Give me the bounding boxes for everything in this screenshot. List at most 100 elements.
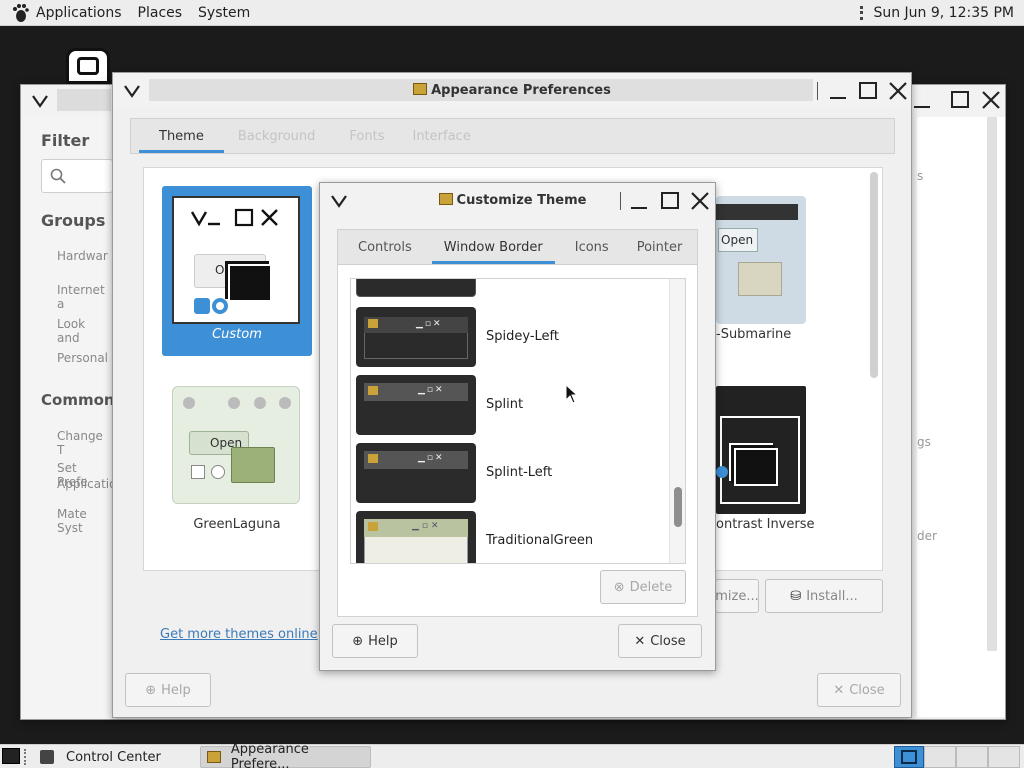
preview-window-buttons-icon bbox=[183, 397, 291, 409]
list-item-splint[interactable]: ▁▫✕ Splint bbox=[356, 375, 676, 437]
help-label: Help bbox=[161, 682, 191, 698]
close-icon[interactable] bbox=[687, 189, 713, 213]
group-item-look-and-feel[interactable]: Look and bbox=[57, 317, 111, 345]
content-fragment-3: der bbox=[917, 529, 937, 543]
list-item-spidey-left[interactable]: ▁▫✕ Spidey-Left bbox=[356, 307, 676, 369]
close-icon[interactable] bbox=[978, 88, 1004, 112]
mouse-pointer-icon bbox=[565, 384, 579, 404]
theme-grid-scrollbar[interactable] bbox=[870, 172, 878, 378]
appearance-titlebar[interactable]: Appearance Preferences bbox=[113, 73, 911, 109]
list-item-traditionalgreen[interactable]: ▁▫✕ TraditionalGreen bbox=[356, 511, 676, 563]
tab-background[interactable]: Background bbox=[224, 119, 330, 153]
common-item-applications[interactable]: Applicatio bbox=[57, 477, 116, 491]
group-item-hardware[interactable]: Hardwar bbox=[57, 249, 108, 263]
menu-applications[interactable]: Applications bbox=[36, 5, 122, 21]
preview-checkbox-icon bbox=[191, 465, 205, 479]
help-icon: ⊕ bbox=[145, 682, 157, 698]
close-icon[interactable] bbox=[885, 79, 911, 103]
close-x-icon: ✕ bbox=[833, 682, 845, 698]
appearance-app-icon bbox=[413, 83, 428, 95]
theme-tile-submarine[interactable]: Open -Submarine bbox=[716, 186, 856, 356]
customize-help-button[interactable]: ⊕ Help bbox=[332, 624, 418, 658]
common-item-change[interactable]: Change T bbox=[57, 429, 111, 457]
clock[interactable]: Sun Jun 9, 12:35 PM bbox=[873, 5, 1014, 21]
menu-system[interactable]: System bbox=[198, 5, 250, 21]
minimize-icon[interactable] bbox=[825, 79, 851, 103]
preview-folder-icon bbox=[228, 264, 272, 302]
maximize-icon[interactable] bbox=[657, 189, 683, 213]
tab-fonts[interactable]: Fonts bbox=[329, 119, 404, 153]
close-label: Close bbox=[849, 682, 885, 698]
menu-places[interactable]: Places bbox=[138, 5, 183, 21]
list-item-splint-left[interactable]: ▁▫✕ Splint-Left bbox=[356, 443, 676, 505]
customize-help-label: Help bbox=[368, 633, 398, 649]
clock-area[interactable]: Sun Jun 9, 12:35 PM bbox=[860, 0, 1014, 26]
list-scrollbar-track[interactable] bbox=[669, 279, 685, 563]
theme-label-contrast-inverse: ontrast Inverse bbox=[716, 517, 815, 532]
help-button[interactable]: ⊕ Help bbox=[125, 673, 211, 707]
control-center-sidebar: Filter Groups Hardwar Internet a Look an… bbox=[21, 117, 130, 719]
tab-interface[interactable]: Interface bbox=[404, 119, 478, 153]
window-menu-icon[interactable] bbox=[27, 89, 53, 113]
border-thumbnail: ▁▫✕ bbox=[356, 307, 476, 367]
delete-label: Delete bbox=[629, 579, 673, 595]
filter-search-input[interactable] bbox=[41, 159, 113, 193]
get-more-themes-link[interactable]: Get more themes online bbox=[160, 627, 318, 642]
tab-controls[interactable]: Controls bbox=[338, 230, 432, 264]
theme-label-custom: Custom bbox=[212, 327, 262, 342]
customize-label: mize... bbox=[715, 588, 759, 604]
workspace-switcher[interactable] bbox=[894, 746, 1022, 768]
preview-radio-icon bbox=[716, 466, 728, 478]
window-border-list: ▁▫✕ Spidey-Left ▁▫✕ Splint ▁▫✕ Splint-Le… bbox=[350, 278, 686, 564]
theme-tile-custom[interactable]: Ope Custom bbox=[162, 186, 312, 356]
group-item-personal[interactable]: Personal bbox=[57, 351, 108, 365]
preview-open-label: Open bbox=[721, 233, 754, 247]
maximize-icon[interactable] bbox=[855, 79, 881, 103]
titlebar-separator bbox=[817, 82, 818, 100]
show-desktop-icon[interactable] bbox=[2, 748, 20, 764]
list-item-label: Splint bbox=[486, 397, 524, 412]
minimize-icon[interactable] bbox=[909, 88, 935, 112]
workspace-3[interactable] bbox=[956, 746, 988, 768]
theme-preview-contrast-inverse bbox=[716, 386, 806, 514]
list-item-partial[interactable] bbox=[356, 279, 676, 299]
tab-icons[interactable]: Icons bbox=[555, 230, 629, 264]
top-panel: Applications Places System Sun Jun 9, 12… bbox=[0, 0, 1024, 26]
control-center-search-area bbox=[57, 89, 111, 111]
minimize-icon[interactable] bbox=[626, 189, 652, 213]
filter-heading: Filter bbox=[41, 131, 90, 150]
list-item-label: Splint-Left bbox=[486, 465, 553, 480]
content-fragment-2: gs bbox=[917, 435, 931, 449]
list-item-label: Spidey-Left bbox=[486, 329, 559, 344]
close-button[interactable]: ✕ Close bbox=[817, 673, 901, 707]
tab-pointer[interactable]: Pointer bbox=[629, 230, 689, 264]
maximize-icon[interactable] bbox=[947, 88, 973, 112]
panel-grip-icon bbox=[860, 6, 864, 20]
gnome-foot-icon[interactable] bbox=[10, 3, 30, 23]
theme-preview-submarine: Open bbox=[716, 196, 806, 324]
border-thumbnail: ▁▫✕ bbox=[356, 511, 476, 563]
customize-close-button[interactable]: ✕ Close bbox=[618, 624, 702, 658]
theme-tile-contrast-inverse[interactable]: ontrast Inverse bbox=[716, 376, 856, 546]
thumb-app-icon bbox=[368, 454, 378, 463]
control-center-scrollbar[interactable] bbox=[987, 117, 997, 651]
install-button[interactable]: ⛁ Install... bbox=[765, 579, 883, 613]
tab-window-border[interactable]: Window Border bbox=[431, 230, 555, 264]
workspace-1[interactable] bbox=[894, 746, 924, 768]
customize-button[interactable]: mize... bbox=[715, 579, 759, 613]
thumb-app-icon bbox=[368, 319, 378, 328]
desktop-computer-icon[interactable] bbox=[66, 48, 110, 84]
border-thumbnail: ▁▫✕ bbox=[356, 375, 476, 435]
tab-theme[interactable]: Theme bbox=[139, 119, 224, 153]
customize-titlebar[interactable]: Customize Theme bbox=[320, 183, 715, 219]
list-scrollbar-thumb[interactable] bbox=[674, 487, 682, 527]
preview-folder-icon bbox=[231, 447, 275, 483]
theme-tile-greenlaguna[interactable]: Open GreenLaguna bbox=[162, 376, 312, 546]
task-control-center[interactable]: Control Center bbox=[34, 746, 196, 768]
delete-button[interactable]: ⊗ Delete bbox=[600, 570, 686, 604]
common-item-mate-system[interactable]: Mate Syst bbox=[57, 507, 111, 535]
task-appearance-preferences[interactable]: Appearance Prefere... bbox=[200, 742, 371, 768]
group-item-internet[interactable]: Internet a bbox=[57, 283, 111, 311]
workspace-2[interactable] bbox=[924, 746, 956, 768]
workspace-4[interactable] bbox=[988, 746, 1020, 768]
